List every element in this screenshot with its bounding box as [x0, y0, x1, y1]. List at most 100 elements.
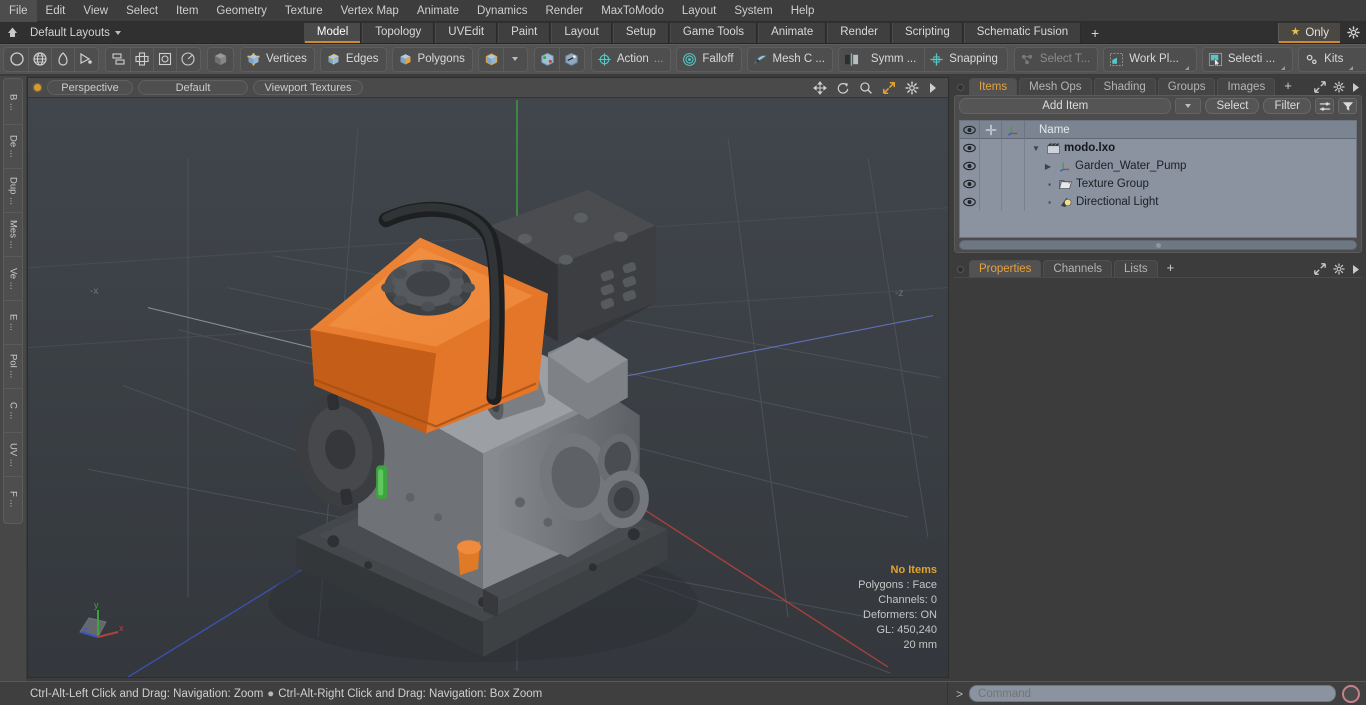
- selection-set-button[interactable]: Selecti ...: [1201, 46, 1294, 72]
- center-icon[interactable]: [153, 47, 176, 71]
- add-item-dropdown-button[interactable]: [1175, 98, 1202, 114]
- selection-mode-edges[interactable]: Edges: [319, 46, 387, 72]
- gear-icon[interactable]: [1340, 23, 1366, 43]
- menu-item-select[interactable]: Select: [117, 0, 167, 22]
- items-tree-grid[interactable]: Name ▼ modo.lxo ▶ Garden_Water_Pump ▪ Te…: [959, 120, 1357, 238]
- layout-tab-render[interactable]: Render: [827, 22, 891, 43]
- tab-items[interactable]: Items: [969, 78, 1018, 95]
- tab-groups[interactable]: Groups: [1157, 78, 1216, 95]
- row-name-cell[interactable]: ▼ modo.lxo: [1025, 142, 1356, 154]
- items-cube-icon[interactable]: [480, 48, 503, 71]
- left-tab-curve[interactable]: C ...: [4, 389, 22, 433]
- tab-channels[interactable]: Channels: [1043, 260, 1113, 277]
- selection-mode-vertices[interactable]: Vertices: [240, 46, 315, 72]
- default-layouts-dropdown[interactable]: Default Layouts: [24, 23, 129, 43]
- row-visibility-toggle[interactable]: [960, 193, 980, 211]
- tab-lists[interactable]: Lists: [1114, 260, 1158, 277]
- row-transform-cell[interactable]: [1002, 157, 1025, 175]
- symmetry-label-button[interactable]: Symm ...: [863, 48, 924, 71]
- row-visibility-toggle[interactable]: [960, 175, 980, 193]
- viewport-3d[interactable]: Perspective Default Viewport Textures -x…: [27, 77, 949, 678]
- snapping-label-button[interactable]: Snapping: [947, 48, 1006, 71]
- left-tab-basic[interactable]: B ...: [4, 81, 22, 125]
- row-visibility-toggle[interactable]: [960, 139, 980, 157]
- mesh-constraint-button[interactable]: Mesh C ...: [746, 46, 833, 72]
- row-lock-cell[interactable]: [980, 139, 1002, 157]
- select-button[interactable]: Select: [1205, 98, 1260, 114]
- funnel-icon[interactable]: [1338, 98, 1357, 114]
- pen-icon[interactable]: [51, 47, 74, 71]
- fit-icon[interactable]: [882, 81, 896, 95]
- menu-item-layout[interactable]: Layout: [673, 0, 726, 22]
- tab-properties[interactable]: Properties: [969, 260, 1042, 277]
- left-tab-deform[interactable]: De ...: [4, 125, 22, 169]
- left-tab-uv[interactable]: UV ...: [4, 433, 22, 477]
- viewport-canvas[interactable]: -x -z No Items Polygons: Face Channels:…: [28, 98, 948, 677]
- align-icon[interactable]: [130, 47, 153, 71]
- mesh-a-icon[interactable]: [536, 48, 559, 71]
- gear-icon[interactable]: [905, 80, 919, 95]
- filter-button[interactable]: Filter: [1263, 98, 1311, 114]
- left-tab-polygon[interactable]: Pol ...: [4, 345, 22, 389]
- radial-icon[interactable]: [176, 47, 199, 71]
- left-tab-vertex[interactable]: Ve ...: [4, 257, 22, 301]
- row-visibility-toggle[interactable]: [960, 157, 980, 175]
- viewport-view-mode[interactable]: Perspective: [47, 80, 133, 95]
- row-name-cell[interactable]: ▶ Garden_Water_Pump: [1025, 160, 1356, 172]
- row-transform-cell[interactable]: [1002, 193, 1025, 211]
- expand-icon[interactable]: [1314, 81, 1326, 93]
- rotate-icon[interactable]: [836, 81, 850, 95]
- chevron-right-icon[interactable]: [1352, 264, 1360, 275]
- row-transform-cell[interactable]: [1002, 139, 1025, 157]
- panel-menu-dot-icon[interactable]: [957, 84, 964, 91]
- left-tab-mesh-edit[interactable]: Mes ...: [4, 213, 22, 257]
- tab-images[interactable]: Images: [1217, 78, 1276, 95]
- left-tab-edge[interactable]: E ...: [4, 301, 22, 345]
- menu-item-view[interactable]: View: [74, 0, 117, 22]
- items-horizontal-scrollbar[interactable]: [959, 240, 1357, 250]
- layout-tab-animate[interactable]: Animate: [758, 22, 827, 43]
- layout-tab-topology[interactable]: Topology: [362, 22, 435, 43]
- home-icon[interactable]: [0, 23, 24, 43]
- menu-item-texture[interactable]: Texture: [276, 0, 332, 22]
- add-layout-tab-button[interactable]: +: [1082, 23, 1108, 43]
- menu-item-animate[interactable]: Animate: [408, 0, 468, 22]
- falloff-button[interactable]: Falloff: [676, 46, 742, 72]
- select-through-button[interactable]: Select T...: [1013, 46, 1099, 72]
- panel-menu-dot-icon[interactable]: [957, 266, 964, 273]
- action-center-button[interactable]: Action ...: [590, 46, 672, 72]
- record-circle-icon[interactable]: [1342, 684, 1360, 703]
- expand-icon[interactable]: [1314, 263, 1326, 275]
- chevron-right-icon[interactable]: [928, 82, 938, 94]
- add-item-button[interactable]: Add Item: [959, 98, 1172, 114]
- menu-item-item[interactable]: Item: [167, 0, 207, 22]
- table-row[interactable]: ▼ modo.lxo: [960, 139, 1356, 157]
- row-lock-cell[interactable]: [980, 157, 1002, 175]
- only-toggle-button[interactable]: ★ Only: [1278, 22, 1340, 43]
- layout-tab-layout[interactable]: Layout: [551, 22, 612, 43]
- snapping-icon[interactable]: [924, 47, 947, 71]
- workplane-button[interactable]: Work Pl...: [1103, 46, 1197, 72]
- table-row[interactable]: ▪ Directional Light: [960, 193, 1356, 211]
- layout-tab-uvedit[interactable]: UVEdit: [435, 22, 498, 43]
- layout-tab-paint[interactable]: Paint: [498, 22, 551, 43]
- menu-item-render[interactable]: Render: [536, 0, 592, 22]
- viewport-shading-preset[interactable]: Default: [138, 80, 248, 95]
- row-name-cell[interactable]: ▪ Directional Light: [1025, 196, 1356, 208]
- menu-item-maxtomodo[interactable]: MaxToModo: [592, 0, 673, 22]
- selection-mode-polygons[interactable]: Polygons: [391, 46, 473, 72]
- kits-button[interactable]: Kits: [1298, 46, 1366, 72]
- globe-icon[interactable]: [28, 47, 51, 71]
- chevron-down-icon[interactable]: [502, 47, 526, 71]
- menu-item-system[interactable]: System: [725, 0, 781, 22]
- cube-icon[interactable]: [209, 48, 232, 71]
- gear-icon[interactable]: [1333, 263, 1345, 275]
- zoom-icon[interactable]: [859, 81, 873, 95]
- add-properties-tab-button[interactable]: +: [1160, 260, 1182, 277]
- tree-expander-open-icon[interactable]: ▼: [1029, 144, 1043, 153]
- viewport-display-mode[interactable]: Viewport Textures: [253, 80, 363, 95]
- layout-tab-scripting[interactable]: Scripting: [891, 22, 963, 43]
- menu-item-vertex-map[interactable]: Vertex Map: [332, 0, 408, 22]
- menu-item-dynamics[interactable]: Dynamics: [468, 0, 536, 22]
- add-panel-tab-button[interactable]: +: [1277, 78, 1299, 95]
